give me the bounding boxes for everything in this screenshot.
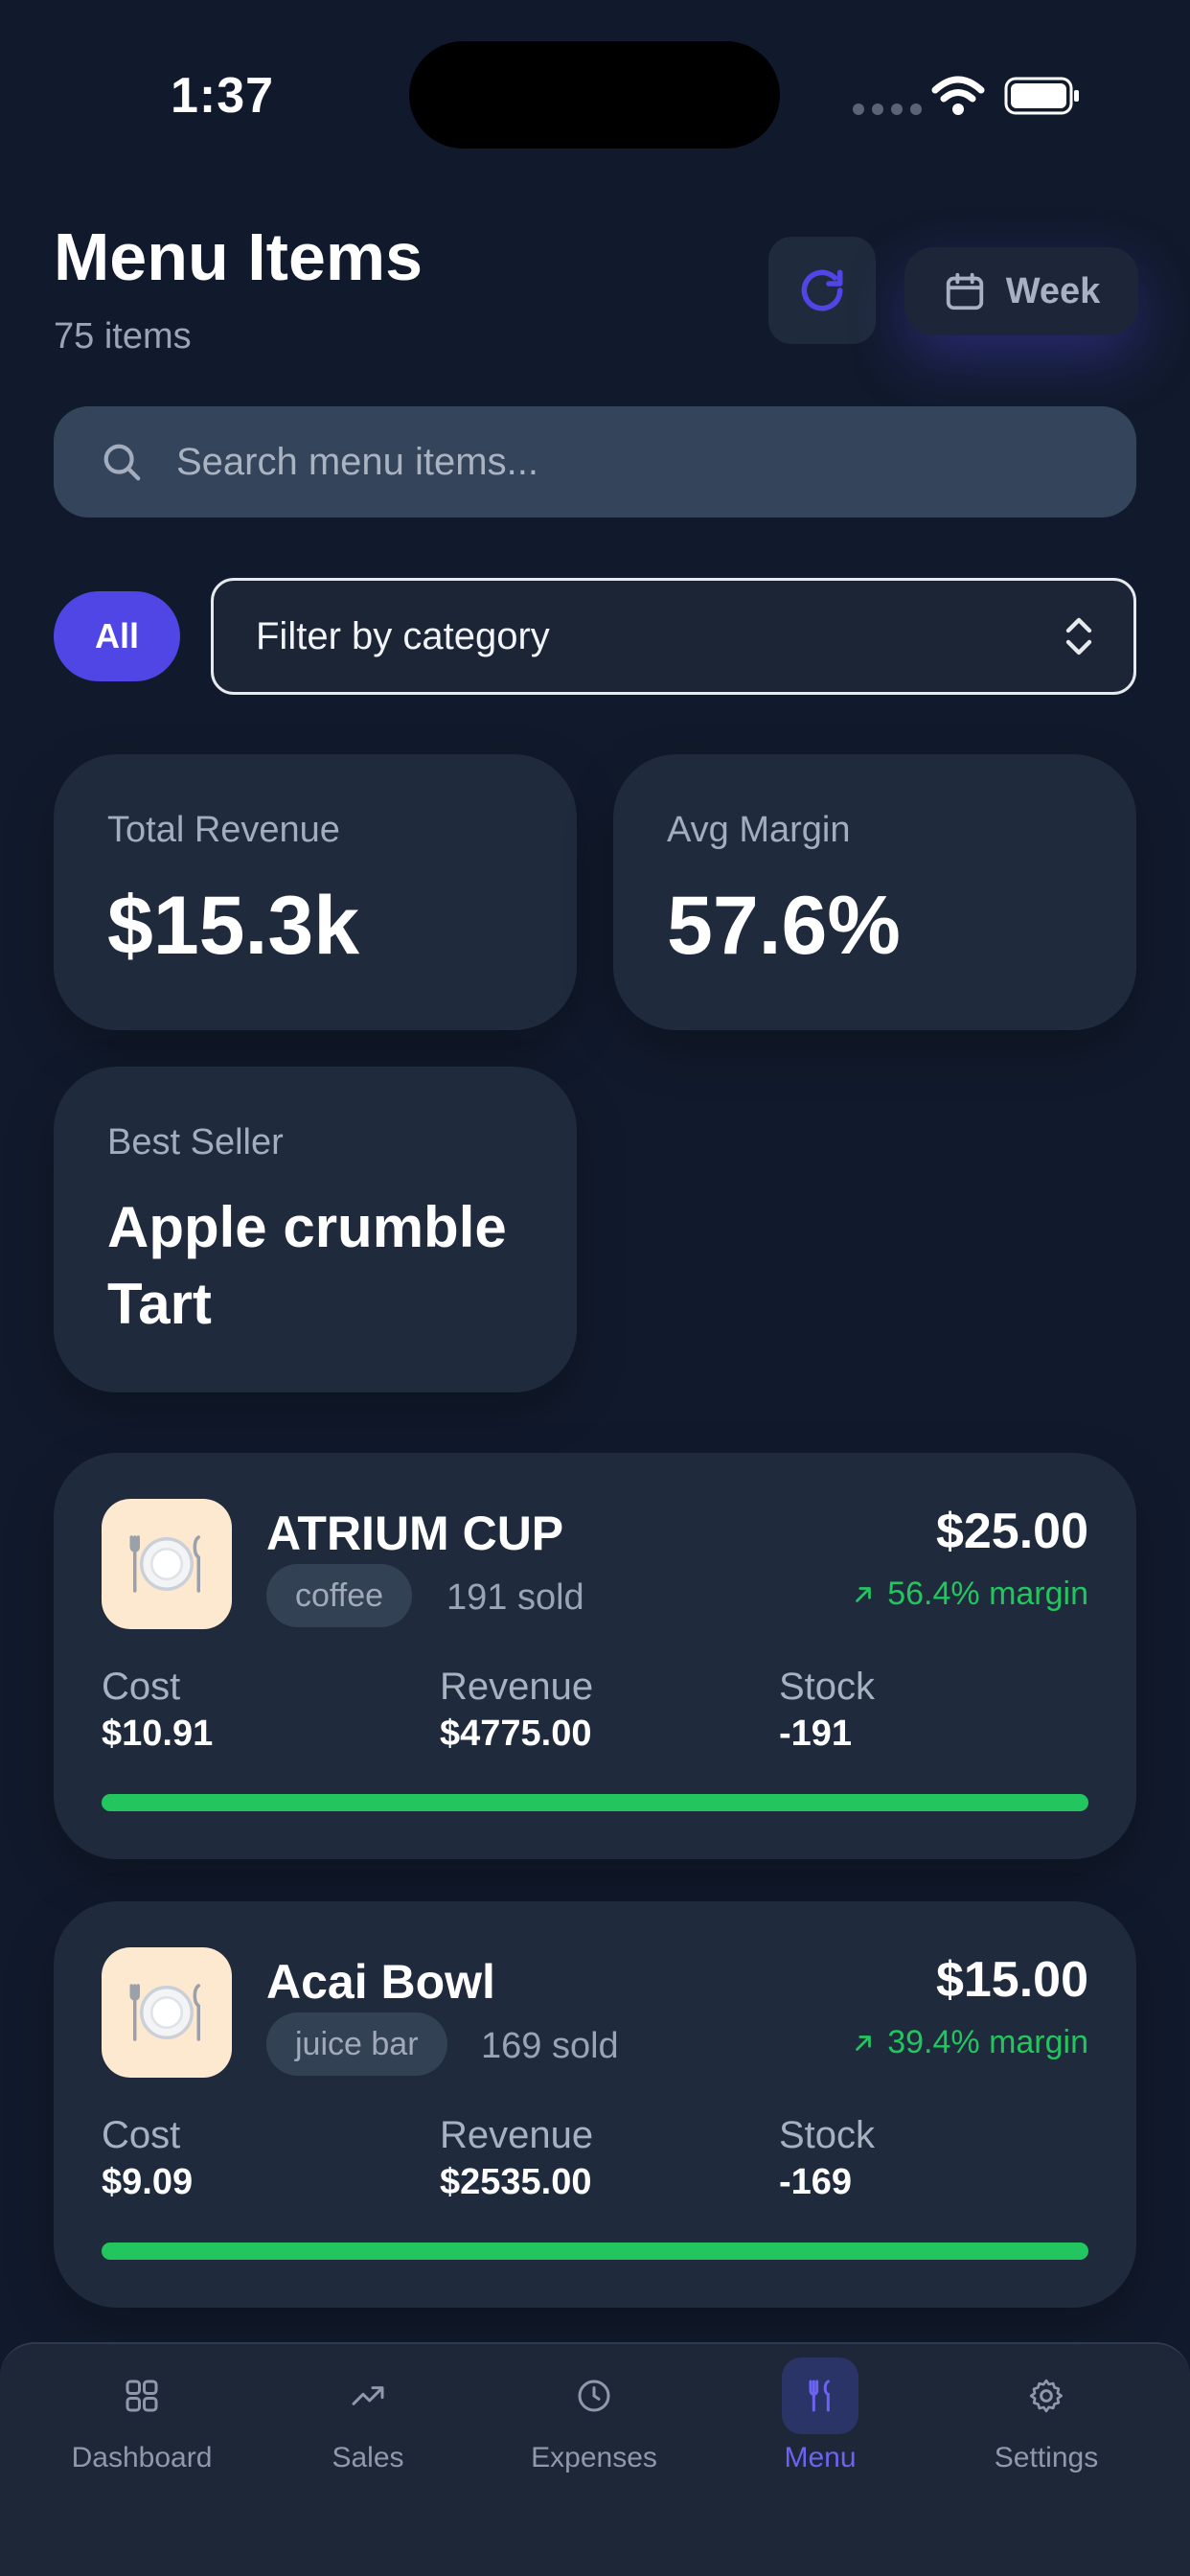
- performance-bar: [102, 1794, 1088, 1811]
- search-icon: [103, 444, 141, 481]
- menu-item-card[interactable]: ATRIUM CUP coffee 191 sold $25.00 56.4% …: [54, 1453, 1136, 1859]
- best-seller-value: Apple crumble Tart: [107, 1195, 507, 1336]
- stock-value: -191: [779, 1714, 853, 1754]
- item-price: $25.00: [935, 1504, 1088, 1559]
- wifi-icon: [931, 76, 985, 115]
- item-margin-text: 56.4% margin: [887, 1576, 1088, 1612]
- revenue-value: $2535.00: [440, 2162, 592, 2202]
- category-select[interactable]: Filter by category: [211, 578, 1136, 695]
- avg-margin-label: Avg Margin: [667, 810, 851, 850]
- total-revenue-label: Total Revenue: [107, 810, 340, 850]
- cost-value: $9.09: [102, 2162, 194, 2202]
- filter-all-button[interactable]: All: [54, 591, 180, 681]
- item-name: ATRIUM CUP: [266, 1506, 564, 1560]
- category-select-label: Filter by category: [256, 614, 550, 657]
- calendar-icon: [946, 272, 983, 310]
- dynamic-island: [409, 41, 780, 149]
- performance-bar-fill: [102, 1794, 1088, 1811]
- best-seller-card: Best Seller Apple crumble Tart: [54, 1067, 577, 1392]
- category-chip: coffee: [266, 1564, 413, 1627]
- nav-menu[interactable]: Menu: [724, 2358, 916, 2474]
- cost-value: $10.91: [102, 1714, 214, 1754]
- category-chip: juice bar: [266, 2012, 447, 2076]
- menu-item-card[interactable]: Acai Bowl juice bar 169 sold $15.00 39.4…: [54, 1901, 1136, 2308]
- search-input[interactable]: [176, 440, 1039, 484]
- refresh-icon: [801, 269, 843, 311]
- sold-count: 169 sold: [481, 2026, 619, 2066]
- search-bar[interactable]: [54, 406, 1136, 518]
- stock-value: -169: [779, 2162, 853, 2202]
- performance-bar-fill: [102, 2242, 1088, 2260]
- plate-icon: [102, 1947, 232, 2078]
- nav-label: Dashboard: [71, 2442, 213, 2473]
- cost-label: Cost: [102, 1666, 181, 1708]
- nav-label: Sales: [332, 2442, 404, 2473]
- item-margin: 56.4% margin: [851, 1576, 1088, 1613]
- gear-icon: [1008, 2358, 1085, 2434]
- arrow-up-right-icon: [856, 2035, 872, 2051]
- page-title: Menu Items: [54, 219, 423, 294]
- trend-icon: [330, 2358, 406, 2434]
- nav-settings[interactable]: Settings: [950, 2358, 1142, 2474]
- stock-label: Stock: [779, 2114, 876, 2156]
- clock-icon: [556, 2358, 632, 2434]
- utensils-icon: [782, 2358, 858, 2434]
- plate-icon: [102, 1499, 232, 1629]
- nav-label: Expenses: [531, 2442, 657, 2473]
- stock-label: Stock: [779, 1666, 876, 1708]
- arrow-up-right-icon: [856, 1586, 872, 1602]
- grid-icon: [103, 2358, 180, 2434]
- nav-expenses[interactable]: Expenses: [498, 2358, 690, 2474]
- revenue-label: Revenue: [440, 1666, 594, 1708]
- nav-dashboard[interactable]: Dashboard: [46, 2358, 238, 2474]
- period-label: Week: [1005, 270, 1101, 311]
- best-seller-label: Best Seller: [107, 1122, 284, 1162]
- performance-bar: [102, 2242, 1088, 2260]
- item-price: $15.00: [935, 1952, 1088, 2008]
- item-margin-text: 39.4% margin: [887, 2024, 1088, 2060]
- nav-sales[interactable]: Sales: [272, 2358, 464, 2474]
- cost-label: Cost: [102, 2114, 181, 2156]
- total-revenue-card: Total Revenue $15.3k: [54, 754, 577, 1030]
- total-revenue-value: $15.3k: [107, 880, 360, 972]
- chevron-up-down-icon: [1065, 617, 1092, 656]
- item-margin: 39.4% margin: [851, 2024, 1088, 2061]
- refresh-button[interactable]: [768, 237, 876, 344]
- period-week-button[interactable]: Week: [904, 247, 1138, 335]
- sold-count: 191 sold: [446, 1577, 584, 1618]
- nav-label: Settings: [994, 2442, 1099, 2473]
- avg-margin-value: 57.6%: [667, 880, 901, 972]
- nav-label: Menu: [784, 2442, 857, 2473]
- status-time: 1:37: [171, 68, 275, 124]
- revenue-value: $4775.00: [440, 1714, 592, 1754]
- cellular-signal-icon: [853, 104, 922, 115]
- avg-margin-card: Avg Margin 57.6%: [613, 754, 1136, 1030]
- item-count: 75 items: [54, 316, 192, 356]
- item-name: Acai Bowl: [266, 1955, 495, 2009]
- revenue-label: Revenue: [440, 2114, 594, 2156]
- battery-icon: [1004, 77, 1079, 115]
